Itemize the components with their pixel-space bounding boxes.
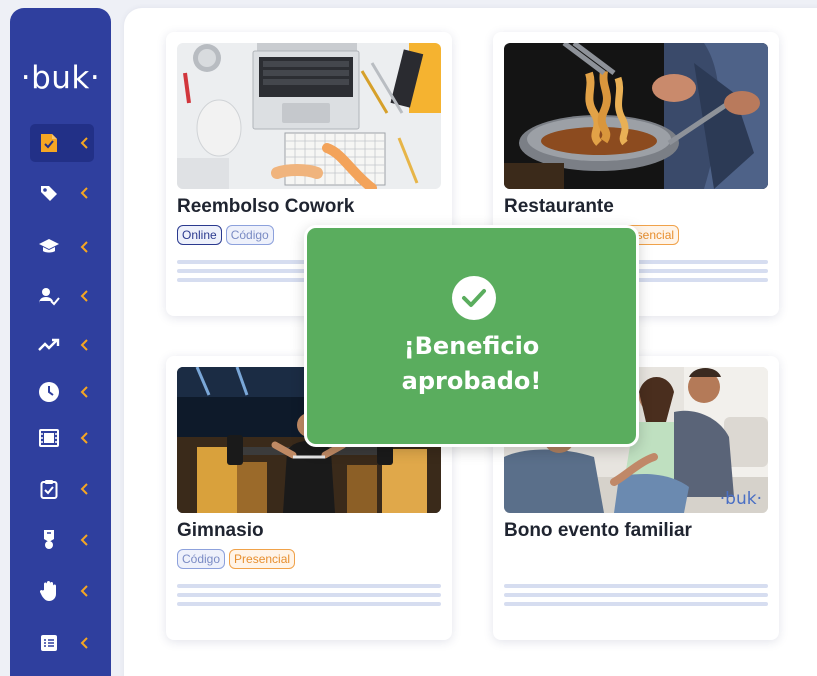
check-icon bbox=[452, 276, 496, 320]
card-title: Reembolso Cowork bbox=[177, 196, 355, 217]
medal-icon bbox=[38, 529, 60, 551]
sidebar-item-tags[interactable] bbox=[30, 174, 94, 212]
sidebar-item-users[interactable] bbox=[30, 277, 94, 315]
sidebar-item-tasks[interactable] bbox=[30, 470, 94, 508]
chevron-left-icon bbox=[80, 386, 90, 398]
chevron-left-icon bbox=[80, 534, 90, 546]
buk-watermark: ·buk· bbox=[719, 489, 762, 509]
tag-online: Online bbox=[177, 225, 222, 245]
success-dialog: ¡Beneficio aprobado! bbox=[304, 225, 639, 447]
clipboard-check-icon bbox=[38, 478, 60, 500]
tag-codigo: Código bbox=[177, 549, 226, 569]
sidebar-item-documents[interactable] bbox=[30, 124, 94, 162]
card-title: Gimnasio bbox=[177, 520, 264, 541]
success-message-line1: ¡Beneficio bbox=[403, 332, 540, 360]
list-icon bbox=[38, 632, 60, 654]
success-message: ¡Beneficio aprobado! bbox=[307, 329, 636, 399]
clock-icon bbox=[38, 381, 60, 403]
sidebar-item-education[interactable] bbox=[30, 228, 94, 266]
sidebar-item-awards[interactable] bbox=[30, 521, 94, 559]
document-check-icon bbox=[38, 132, 60, 154]
placeholder-line bbox=[177, 602, 441, 606]
placeholder-line bbox=[177, 593, 441, 597]
sidebar: ·buk· bbox=[10, 8, 111, 676]
chevron-left-icon bbox=[80, 432, 90, 444]
chevron-left-icon bbox=[80, 241, 90, 253]
success-message-line2: aprobado! bbox=[401, 367, 542, 395]
tag-icon bbox=[38, 182, 60, 204]
trending-up-icon bbox=[38, 334, 60, 356]
sidebar-item-trends[interactable] bbox=[30, 326, 94, 364]
tag-codigo: Código bbox=[225, 225, 274, 245]
hand-icon bbox=[38, 580, 60, 602]
tag-presencial: Presencial bbox=[229, 549, 296, 569]
placeholder-line bbox=[177, 584, 441, 588]
placeholder-line bbox=[504, 593, 768, 597]
chevron-left-icon bbox=[80, 137, 90, 149]
card-tags: Código Presencial bbox=[177, 549, 296, 569]
user-check-icon bbox=[38, 285, 60, 307]
chevron-left-icon bbox=[80, 339, 90, 351]
placeholder-line bbox=[504, 584, 768, 588]
sidebar-item-lists[interactable] bbox=[30, 624, 94, 662]
film-icon bbox=[38, 427, 60, 449]
placeholder-line bbox=[504, 602, 768, 606]
chevron-left-icon bbox=[80, 187, 90, 199]
card-tags: Online Código bbox=[177, 225, 274, 245]
card-image-pasta bbox=[504, 43, 768, 189]
card-title: Bono evento familiar bbox=[504, 520, 692, 541]
chevron-left-icon bbox=[80, 483, 90, 495]
chevron-left-icon bbox=[80, 290, 90, 302]
card-title: Restaurante bbox=[504, 196, 614, 217]
chevron-left-icon bbox=[80, 637, 90, 649]
sidebar-item-volunteer[interactable] bbox=[30, 572, 94, 610]
chevron-left-icon bbox=[80, 585, 90, 597]
sidebar-item-time[interactable] bbox=[30, 373, 94, 411]
graduation-cap-icon bbox=[38, 236, 60, 258]
buk-logo[interactable]: ·buk· bbox=[10, 60, 111, 96]
sidebar-item-media[interactable] bbox=[30, 419, 94, 457]
card-image-laptop bbox=[177, 43, 441, 189]
